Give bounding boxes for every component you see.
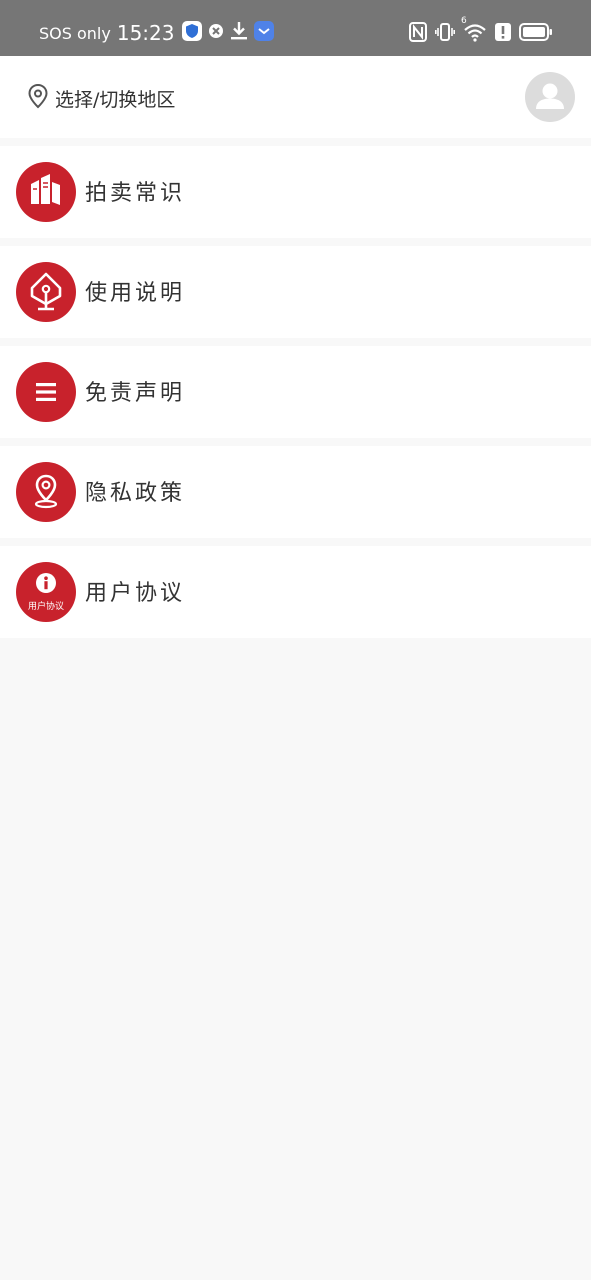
status-right: 6 <box>409 16 553 48</box>
menu-item-disclaimer[interactable]: 免责声明 <box>0 346 591 438</box>
battery-icon <box>519 22 553 46</box>
user-avatar-icon[interactable] <box>525 72 575 122</box>
wifi-badge: 6 <box>461 16 467 26</box>
house-icon <box>16 262 76 322</box>
carrier-text: SOS only <box>39 23 111 43</box>
nfc-icon <box>409 22 427 46</box>
status-left: SOS only 15:23 <box>39 18 275 48</box>
list-icon <box>16 362 76 422</box>
menu-item-user-agreement[interactable]: 用户协议 用户协议 <box>0 546 591 638</box>
location-label: 选择/切换地区 <box>55 88 176 111</box>
menu-item-auction-knowledge[interactable]: 拍卖常识 <box>0 146 591 238</box>
info-icon-caption: 用户协议 <box>27 602 64 612</box>
menu-item-usage-guide[interactable]: 使用说明 <box>0 246 591 338</box>
alert-icon <box>495 22 511 46</box>
menu-label: 拍卖常识 <box>85 181 186 206</box>
menu-label: 免责声明 <box>85 381 186 406</box>
menu-label: 使用说明 <box>85 281 186 306</box>
clock-time: 15:23 <box>116 21 175 45</box>
location-pin-icon <box>27 83 49 113</box>
shield-icon <box>182 21 203 45</box>
menu-label: 隐私政策 <box>85 481 186 506</box>
menu-label: 用户协议 <box>85 581 186 606</box>
menu-item-privacy-policy[interactable]: 隐私政策 <box>0 446 591 538</box>
vibrate-icon <box>435 22 455 46</box>
map-pin-icon <box>16 462 76 522</box>
header: 选择/切换地区 <box>0 56 591 138</box>
close-circle-icon <box>208 23 224 43</box>
info-icon: 用户协议 <box>16 562 76 622</box>
app-badge-icon <box>254 21 275 45</box>
books-icon <box>16 162 76 222</box>
status-bar: SOS only 15:23 6 <box>0 0 591 56</box>
download-icon <box>230 21 248 45</box>
wifi-icon: 6 <box>461 16 487 46</box>
location-selector[interactable]: 选择/切换地区 <box>27 83 176 113</box>
